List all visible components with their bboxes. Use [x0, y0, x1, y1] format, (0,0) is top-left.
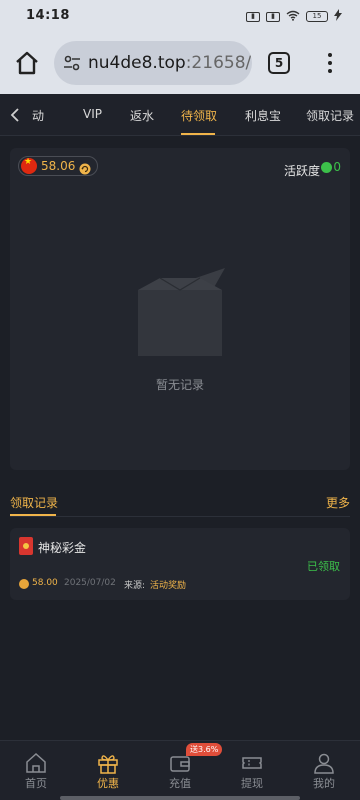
tab-pending[interactable]: 待领取 — [181, 107, 217, 124]
nav-withdraw[interactable]: 提现 — [216, 741, 288, 800]
tab-activity[interactable]: 动 — [32, 107, 44, 124]
records-title[interactable]: 领取记录 — [10, 494, 58, 511]
tab-vip[interactable]: VIP — [83, 107, 102, 121]
nav-home-label: 首页 — [25, 777, 47, 790]
address-bar[interactable]: nu4de8.top:21658/ — [54, 41, 252, 85]
url-port: :21658/ — [185, 53, 252, 73]
gesture-bar[interactable] — [60, 796, 300, 800]
tab-switcher-button[interactable]: 5 — [268, 52, 290, 74]
browser-home-icon[interactable] — [14, 50, 40, 76]
tab-rebate[interactable]: 返水 — [130, 107, 154, 124]
activity-icon — [321, 162, 332, 173]
gift-icon — [96, 751, 120, 775]
signal-icon: ▮ — [266, 11, 280, 22]
nav-promotions[interactable]: 优惠 — [72, 741, 144, 800]
promo-tabs: 动 VIP 返水 待领取 利息宝 领取记录 — [0, 94, 360, 136]
nav-promotions-label: 优惠 — [97, 777, 119, 790]
tab-claim-history[interactable]: 领取记录 — [306, 107, 354, 124]
nav-withdraw-label: 提现 — [241, 777, 263, 790]
activity-value: 0 — [333, 160, 341, 174]
site-settings-icon[interactable] — [63, 54, 81, 72]
nav-home[interactable]: 首页 — [0, 741, 72, 800]
activity-label: 活跃度 — [283, 164, 320, 178]
signal-icon: ▮ — [246, 11, 260, 22]
url-text: nu4de8.top:21658/ — [88, 53, 251, 73]
record-item[interactable]: 神秘彩金 已领取 58.00 2025/07/02 来源: 活动奖励 — [10, 528, 350, 600]
status-bar: 14:18 ▮ ▮ 15 — [0, 0, 360, 32]
charging-icon — [334, 9, 342, 24]
record-status: 已领取 — [307, 560, 340, 573]
record-amount: 58.00 — [32, 578, 58, 588]
user-icon — [312, 751, 336, 775]
nav-profile[interactable]: 我的 — [288, 741, 360, 800]
status-time: 14:18 — [26, 8, 70, 23]
deposit-promo-badge: 送3.6% — [186, 743, 223, 756]
record-date: 2025/07/02 — [64, 578, 116, 588]
red-packet-icon — [19, 537, 33, 555]
nav-profile-label: 我的 — [313, 777, 335, 790]
ticket-icon — [240, 751, 264, 775]
url-host: nu4de8.top — [88, 53, 186, 73]
pending-rewards-card: 58.06 活跃度 0 暂无记录 — [10, 148, 350, 470]
bottom-nav: 首页 优惠 充值 提现 我的 — [0, 740, 360, 800]
empty-box-icon — [130, 268, 230, 362]
coin-icon — [19, 579, 29, 589]
empty-state-text: 暂无记录 — [155, 378, 204, 392]
records-divider — [10, 516, 350, 517]
balance-value: 58.06 — [41, 159, 76, 173]
battery-icon: 15 — [306, 11, 328, 22]
balance-chip: 58.06 — [18, 156, 99, 176]
chevron-left-icon[interactable] — [8, 107, 22, 123]
home-icon — [24, 751, 48, 775]
browser-toolbar: nu4de8.top:21658/ 5 — [0, 32, 360, 94]
status-icons: ▮ ▮ 15 — [246, 9, 342, 24]
active-tab-indicator — [181, 133, 215, 135]
record-source: 活动奖励 — [150, 581, 187, 591]
cny-flag-icon — [21, 158, 37, 174]
nav-deposit-label: 充值 — [169, 777, 191, 790]
record-source-label: 来源: — [124, 581, 146, 591]
browser-menu-icon[interactable] — [326, 51, 334, 75]
tab-interest[interactable]: 利息宝 — [245, 107, 281, 124]
wifi-icon — [286, 10, 300, 24]
record-name: 神秘彩金 — [38, 541, 87, 555]
more-records-link[interactable]: 更多 — [326, 494, 350, 511]
refresh-icon[interactable] — [79, 160, 91, 175]
